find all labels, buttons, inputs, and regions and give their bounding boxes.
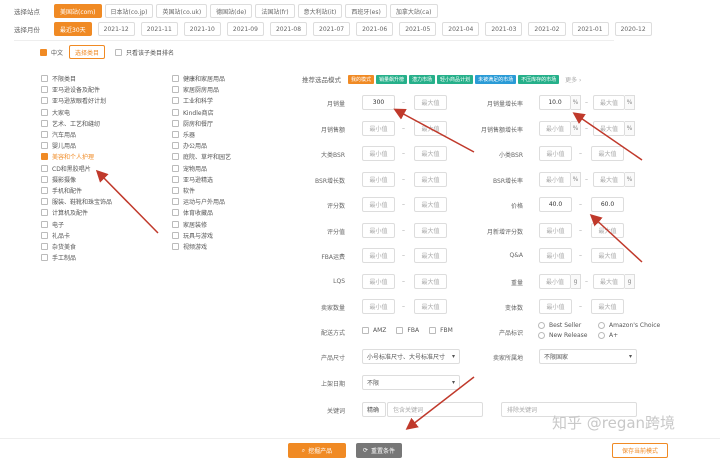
annotation-arrows: [95, 108, 643, 430]
arrow-sales: [393, 108, 475, 153]
arrow-category: [95, 169, 159, 234]
arrow-growth: [572, 112, 643, 161]
arrow-size: [405, 376, 475, 430]
arrow-price: [589, 213, 643, 263]
